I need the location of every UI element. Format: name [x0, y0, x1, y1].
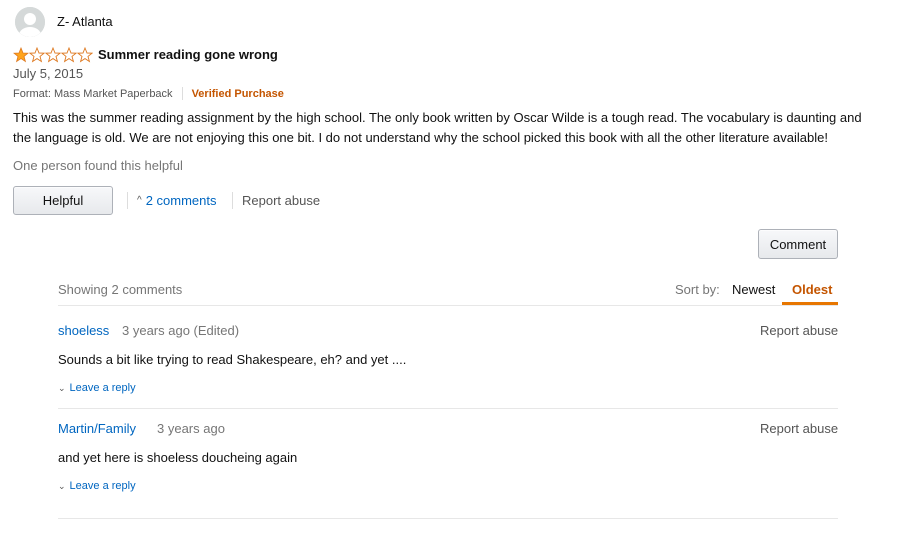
comment-author[interactable]: shoeless [58, 323, 109, 338]
helpful-count: One person found this helpful [13, 158, 183, 173]
comment-text: and yet here is shoeless doucheing again [58, 450, 298, 465]
sort-newest-tab[interactable]: Newest [732, 282, 775, 297]
review-date: July 5, 2015 [13, 66, 84, 81]
divider [232, 192, 233, 209]
comment-report-abuse-link[interactable]: Report abuse [760, 421, 838, 436]
star-empty-icon [29, 47, 45, 63]
leave-reply-link[interactable]: ⌄ Leave a reply [58, 480, 136, 492]
star-empty-icon [61, 47, 77, 63]
verified-purchase-badge: Verified Purchase [191, 87, 284, 100]
helpful-button[interactable]: Helpful [13, 186, 113, 215]
star-rating [13, 47, 93, 63]
comments-toggle[interactable]: ^ 2 comments [137, 193, 217, 208]
review-title[interactable]: Summer reading gone wrong [98, 47, 278, 62]
avatar [15, 7, 45, 37]
sort-by-label: Sort by: [675, 282, 720, 297]
comment-time: 3 years ago [157, 421, 225, 436]
chevron-down-icon: ⌄ [58, 382, 66, 393]
sort-oldest-tab[interactable]: Oldest [792, 282, 832, 297]
format-label[interactable]: Format: Mass Market Paperback [13, 88, 173, 100]
leave-reply-label: Leave a reply [69, 480, 136, 492]
star-empty-icon [77, 47, 93, 63]
chevron-up-icon: ^ [137, 195, 142, 206]
chevron-down-icon: ⌄ [58, 480, 66, 491]
format-line: Format: Mass Market Paperback Verified P… [13, 87, 284, 100]
divider [58, 408, 838, 409]
divider [181, 87, 183, 100]
review-body: This was the summer reading assignment b… [13, 110, 862, 145]
comments-count: Showing 2 comments [58, 282, 183, 297]
report-abuse-link[interactable]: Report abuse [242, 193, 320, 208]
user-silhouette-icon [15, 7, 45, 37]
comment-button[interactable]: Comment [758, 229, 838, 259]
reviewer-name[interactable]: Z- Atlanta [57, 14, 113, 29]
comment-time: 3 years ago (Edited) [122, 323, 240, 338]
star-empty-icon [45, 47, 61, 63]
comment-text: Sounds a bit like trying to read Shakesp… [58, 352, 407, 367]
divider [58, 305, 838, 306]
divider [58, 518, 838, 519]
comment-report-abuse-link[interactable]: Report abuse [760, 323, 838, 338]
leave-reply-label: Leave a reply [69, 382, 136, 394]
leave-reply-link[interactable]: ⌄ Leave a reply [58, 382, 136, 394]
comments-toggle-label: 2 comments [145, 193, 217, 208]
divider [127, 192, 128, 209]
comment-author[interactable]: Martin/Family [58, 421, 136, 436]
star-filled-icon [13, 47, 29, 63]
